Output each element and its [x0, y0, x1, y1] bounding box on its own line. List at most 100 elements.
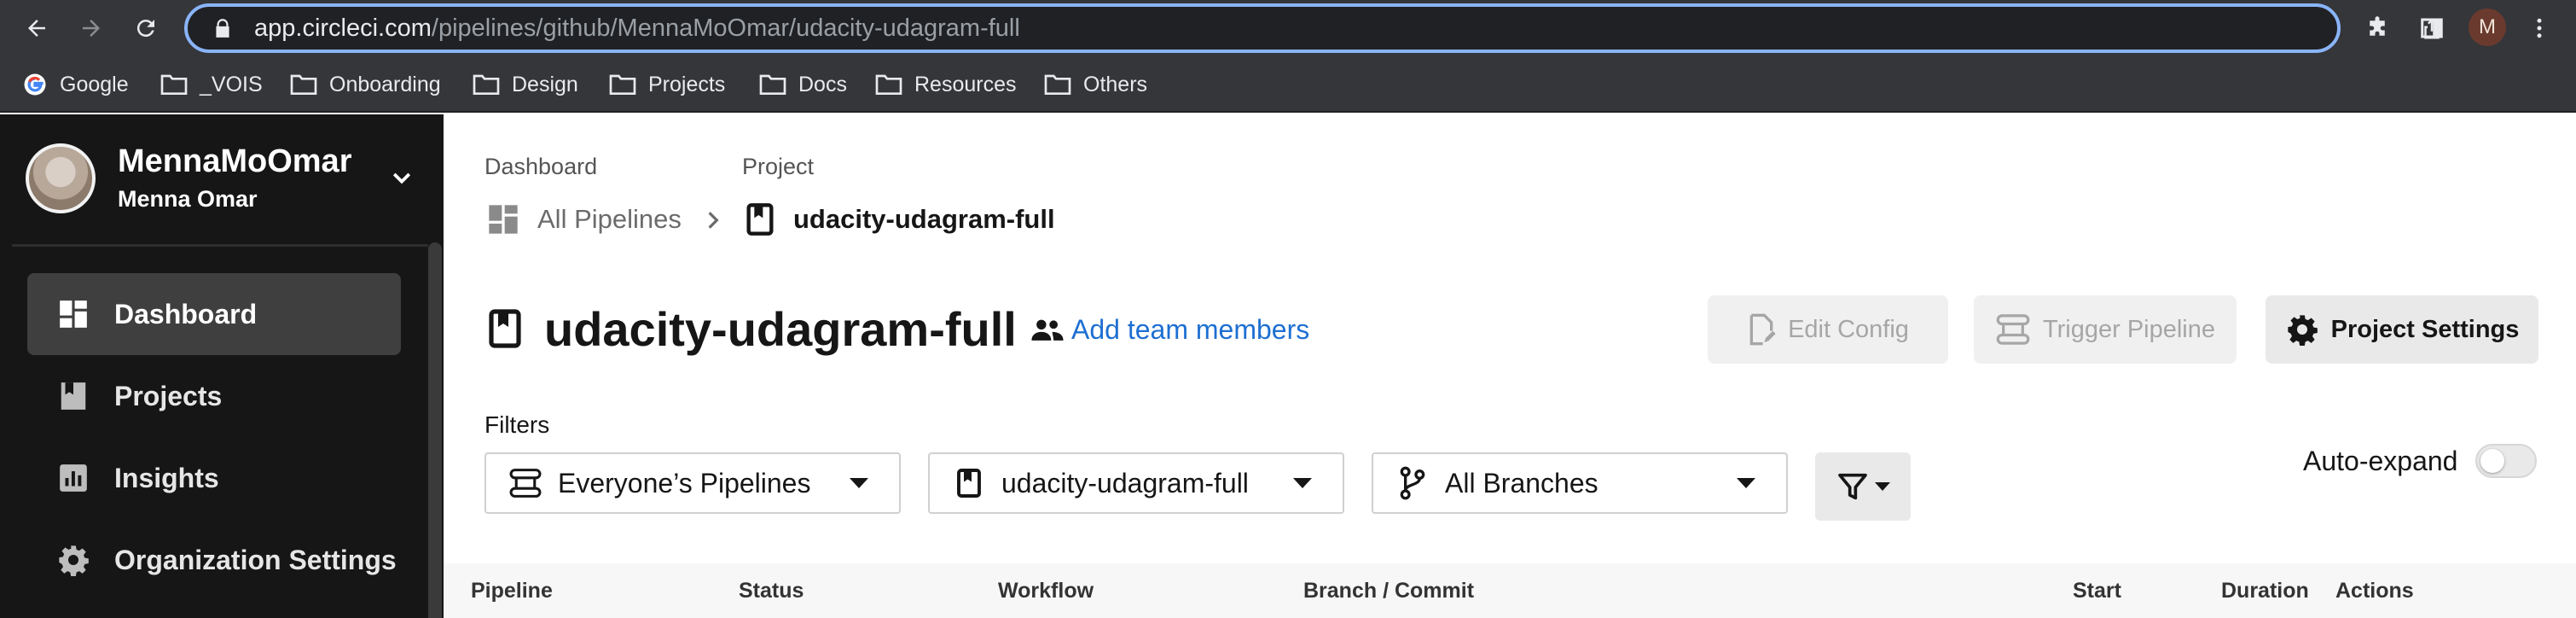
edit-config-label: Edit Config: [1788, 315, 1909, 343]
sidebar-item-projects[interactable]: Projects: [27, 355, 401, 437]
project-icon: [746, 203, 774, 236]
project-icon: [489, 309, 521, 348]
dashboard-icon: [56, 297, 90, 331]
insights-icon: [56, 461, 90, 495]
avatar: [26, 143, 96, 213]
bookmark-folder[interactable]: Onboarding: [290, 56, 441, 113]
sidebar-scrollbar[interactable]: [428, 242, 442, 618]
sidebar-divider: [12, 244, 428, 247]
bookmark-label: Others: [1083, 72, 1148, 96]
project-settings-label: Project Settings: [2330, 315, 2520, 343]
breadcrumb-all-pipelines-label: All Pipelines: [537, 204, 682, 234]
folder-icon: [290, 74, 317, 95]
dashboard-icon: [489, 205, 518, 234]
branch-select[interactable]: All Branches: [1372, 452, 1788, 514]
bookmark-label: _VOIS: [200, 72, 263, 96]
bookmark-folder[interactable]: _VOIS: [160, 56, 263, 113]
puzzle-icon: [2370, 16, 2385, 36]
column-header-start[interactable]: Start: [2073, 579, 2121, 603]
column-header-branch-commit[interactable]: Branch / Commit: [1303, 579, 1474, 603]
sidebar-item-organization-settings[interactable]: Organization Settings: [27, 519, 401, 601]
project-settings-button[interactable]: Project Settings: [2266, 295, 2538, 364]
filter-icon: [1838, 473, 1867, 500]
project-select[interactable]: udacity-udagram-full: [928, 452, 1344, 514]
trigger-pipeline-label: Trigger Pipeline: [2042, 315, 2216, 343]
chevron-right-icon: [708, 212, 719, 229]
user-name: Menna Omar: [118, 186, 258, 212]
pipeline-icon: [508, 466, 542, 500]
google-icon: [24, 73, 46, 96]
auto-expand-toggle[interactable]: [2475, 444, 2537, 478]
bookmark-label: Design: [512, 72, 578, 96]
trigger-pipeline-button[interactable]: Trigger Pipeline: [1974, 295, 2237, 364]
project-select-value: udacity-udagram-full: [1001, 467, 1249, 498]
back-button[interactable]: [17, 9, 56, 48]
column-header-pipeline[interactable]: Pipeline: [471, 579, 553, 603]
edit-config-button[interactable]: Edit Config: [1708, 295, 1948, 364]
bookmark-folder[interactable]: Projects: [609, 56, 725, 113]
org-switcher[interactable]: MennaMoOmar Menna Omar: [26, 142, 351, 215]
org-name: MennaMoOmar: [118, 143, 352, 179]
column-header-workflow[interactable]: Workflow: [998, 579, 1094, 603]
toggle-knob: [2480, 449, 2504, 473]
sidebar-item-insights[interactable]: Insights: [27, 437, 401, 519]
folder-icon: [759, 74, 786, 95]
sidebar-item-label: Insights: [114, 462, 219, 493]
browser-toolbar: app.circleci.com/pipelines/github/MennaM…: [0, 0, 2576, 56]
side-panel-button[interactable]: [2414, 10, 2450, 46]
arrow-right-icon: [83, 20, 100, 37]
breadcrumb-all-pipelines[interactable]: All Pipelines: [486, 198, 682, 241]
folder-icon: [609, 74, 636, 95]
advanced-filter-button[interactable]: [1815, 452, 1911, 521]
breadcrumb-dashboard-label: Dashboard: [484, 154, 598, 179]
bookmark-folder[interactable]: Design: [473, 56, 578, 113]
more-vertical-icon: [2537, 18, 2542, 38]
lock-icon: [216, 19, 229, 38]
extensions-button[interactable]: [2359, 10, 2395, 46]
reload-button[interactable]: [126, 9, 165, 48]
people-icon: [1031, 319, 1064, 341]
add-team-members-label: Add team members: [1071, 313, 1310, 345]
folder-icon: [160, 74, 188, 95]
bookmark-google[interactable]: Google: [22, 56, 129, 113]
bookmark-label: Resources: [914, 72, 1017, 96]
column-header-actions[interactable]: Actions: [2335, 579, 2414, 603]
column-header-status[interactable]: Status: [739, 579, 804, 603]
git-branch-icon: [1395, 466, 1430, 500]
project-icon: [952, 466, 986, 500]
gear-icon: [56, 543, 90, 577]
pipelines-owner-select[interactable]: Everyone’s Pipelines: [484, 452, 901, 514]
pipeline-icon: [1996, 314, 2030, 345]
projects-icon: [56, 379, 90, 413]
page-title-text: udacity-udagram-full: [544, 301, 1017, 356]
gear-icon: [2287, 315, 2318, 346]
forward-button[interactable]: [72, 9, 111, 48]
reload-icon: [136, 20, 154, 38]
bookmark-label: Docs: [798, 72, 847, 96]
url-host: app.circleci.com: [254, 14, 432, 42]
breadcrumb-project-label: Project: [742, 154, 815, 179]
branch-select-value: All Branches: [1445, 467, 1598, 498]
caret-down-icon: [1293, 478, 1312, 488]
column-header-duration[interactable]: Duration: [2221, 579, 2309, 603]
bookmark-folder[interactable]: Others: [1044, 56, 1147, 113]
auto-expand-label: Auto-expand: [2303, 446, 2458, 476]
breadcrumb-project[interactable]: udacity-udagram-full: [746, 198, 1055, 241]
file-edit-icon: [1749, 313, 1776, 346]
url-path: /pipelines/github/MennaMoOmar/udacity-ud…: [431, 14, 1020, 42]
profile-avatar[interactable]: M: [2469, 9, 2506, 46]
page-title: udacity-udagram-full: [488, 299, 1017, 359]
address-bar[interactable]: app.circleci.com/pipelines/github/MennaM…: [184, 3, 2498, 53]
add-team-members-link[interactable]: Add team members: [1030, 309, 1309, 350]
sidebar-item-dashboard[interactable]: Dashboard: [27, 273, 401, 355]
bookmark-folder[interactable]: Resources: [875, 56, 1017, 113]
side-panel-icon: [2421, 18, 2443, 38]
bookmark-folder[interactable]: Docs: [759, 56, 847, 113]
chevron-down-icon[interactable]: [389, 166, 415, 191]
arrow-left-icon: [28, 20, 45, 37]
folder-icon: [875, 74, 902, 95]
caret-down-icon: [1737, 478, 1755, 488]
bookmark-label: Google: [60, 72, 129, 96]
browser-menu-button[interactable]: [2521, 10, 2557, 46]
sidebar-item-label: Projects: [114, 380, 223, 411]
